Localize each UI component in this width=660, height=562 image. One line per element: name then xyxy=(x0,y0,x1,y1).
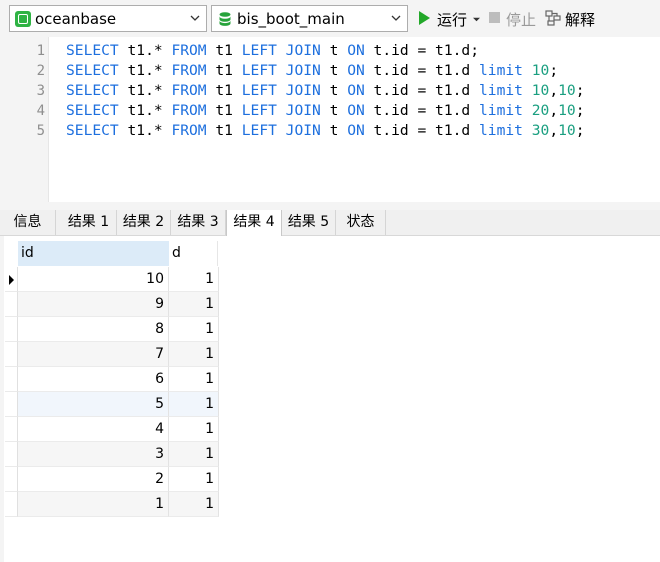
tab-result-5[interactable]: 结果 5 xyxy=(282,210,336,235)
cell-id[interactable]: 7 xyxy=(18,342,169,367)
row-selector[interactable] xyxy=(5,367,18,392)
cell-id[interactable]: 3 xyxy=(18,442,169,467)
cell-d[interactable]: 1 xyxy=(169,467,219,492)
toolbar: oceanbase bis_boot_main 运行 停止 解释 xyxy=(0,0,660,37)
code-line[interactable]: SELECT t1.* FROM t1 LEFT JOIN t ON t.id … xyxy=(66,121,584,141)
table-row[interactable]: 91 xyxy=(5,292,219,317)
grid-left-border xyxy=(0,236,4,562)
row-selector[interactable] xyxy=(5,342,18,367)
table-row[interactable]: 11 xyxy=(5,492,219,517)
cell-d[interactable]: 1 xyxy=(169,417,219,442)
table-row[interactable]: 61 xyxy=(5,367,219,392)
tab-result-2[interactable]: 结果 2 xyxy=(117,210,171,235)
line-number: 1 xyxy=(36,43,45,59)
line-number: 5 xyxy=(36,123,45,139)
row-selector[interactable] xyxy=(5,292,18,317)
explain-label: 解释 xyxy=(565,11,596,29)
connection-icon xyxy=(15,11,31,27)
column-header-id[interactable]: id xyxy=(18,241,169,266)
cell-id[interactable]: 8 xyxy=(18,317,169,342)
cell-id[interactable]: 9 xyxy=(18,292,169,317)
stop-button[interactable]: 停止 xyxy=(489,8,539,30)
cell-d[interactable]: 1 xyxy=(169,367,219,392)
cell-id[interactable]: 5 xyxy=(18,392,169,417)
cell-id[interactable]: 2 xyxy=(18,467,169,492)
tab-result-1[interactable]: 结果 1 xyxy=(61,210,117,235)
explain-icon xyxy=(545,10,561,26)
chevron-down-icon[interactable] xyxy=(391,13,401,23)
code-line[interactable]: SELECT t1.* FROM t1 LEFT JOIN t ON t.id … xyxy=(66,61,558,81)
table-row[interactable]: 71 xyxy=(5,342,219,367)
splitter[interactable] xyxy=(0,202,660,210)
cell-d[interactable]: 1 xyxy=(169,317,219,342)
code-line[interactable]: SELECT t1.* FROM t1 LEFT JOIN t ON t.id … xyxy=(66,101,584,121)
explain-button[interactable]: 解释 xyxy=(545,8,601,30)
cell-d[interactable]: 1 xyxy=(169,292,219,317)
tab-result-4[interactable]: 结果 4 xyxy=(226,210,282,236)
line-number: 2 xyxy=(36,63,45,79)
result-grid[interactable]: id d 10 1 9 1 8 1 7 1 6 1 5 1 4 1 3 1 2 1 1 1 xyxy=(0,236,660,562)
row-selector[interactable] xyxy=(5,442,18,467)
cell-d[interactable]: 1 xyxy=(169,442,219,467)
row-selector[interactable] xyxy=(5,267,18,292)
table-row[interactable]: 10 1 xyxy=(5,267,219,292)
sql-editor[interactable]: 1 2 3 4 5 SELECT t1.* FROM t1 LEFT JOIN … xyxy=(0,37,660,202)
cell-d[interactable]: 1 xyxy=(169,342,219,367)
cell-d[interactable]: 1 xyxy=(169,392,219,417)
line-number-gutter: 1 2 3 4 5 xyxy=(0,37,49,202)
table-row[interactable]: 31 xyxy=(5,442,219,467)
cell-id[interactable]: 1 xyxy=(18,492,169,517)
chevron-down-icon[interactable] xyxy=(473,16,480,23)
connection-select[interactable]: oceanbase xyxy=(9,5,207,32)
code-line[interactable]: SELECT t1.* FROM t1 LEFT JOIN t ON t.id … xyxy=(66,81,584,101)
run-label: 运行 xyxy=(437,11,468,29)
cell-d[interactable]: 1 xyxy=(169,492,219,517)
table-row[interactable]: 81 xyxy=(5,317,219,342)
result-tabs: 信息 结果 1 结果 2 结果 3 结果 4 结果 5 状态 xyxy=(0,210,660,236)
row-selector[interactable] xyxy=(5,392,18,417)
code-line[interactable]: SELECT t1.* FROM t1 LEFT JOIN t ON t.id … xyxy=(66,41,479,61)
tab-status[interactable]: 状态 xyxy=(336,210,386,235)
row-selector[interactable] xyxy=(5,492,18,517)
cell-d[interactable]: 1 xyxy=(169,267,219,292)
play-icon xyxy=(419,11,430,25)
stop-label: 停止 xyxy=(506,11,537,29)
table-row[interactable]: 41 xyxy=(5,417,219,442)
table-row[interactable]: 21 xyxy=(5,467,219,492)
run-button[interactable]: 运行 xyxy=(419,8,481,30)
current-row-pointer-icon xyxy=(9,275,14,285)
database-icon xyxy=(219,12,231,26)
database-name: bis_boot_main xyxy=(237,10,345,28)
column-header-d[interactable]: d xyxy=(169,241,218,266)
cell-id[interactable]: 10 xyxy=(18,267,169,292)
tab-result-3[interactable]: 结果 3 xyxy=(171,210,226,235)
cell-id[interactable]: 6 xyxy=(18,367,169,392)
connection-name: oceanbase xyxy=(35,10,117,28)
database-select[interactable]: bis_boot_main xyxy=(211,5,408,32)
row-selector[interactable] xyxy=(5,417,18,442)
stop-icon xyxy=(489,12,500,23)
row-selector[interactable] xyxy=(5,467,18,492)
line-number: 3 xyxy=(36,83,45,99)
line-number: 4 xyxy=(36,103,45,119)
chevron-down-icon[interactable] xyxy=(190,13,200,23)
row-selector[interactable] xyxy=(5,317,18,342)
tab-info[interactable]: 信息 xyxy=(0,210,56,235)
table-row[interactable]: 51 xyxy=(5,392,219,417)
cell-id[interactable]: 4 xyxy=(18,417,169,442)
